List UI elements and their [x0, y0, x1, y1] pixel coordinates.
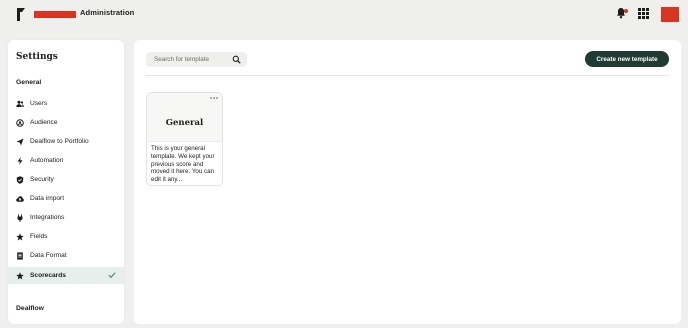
send-icon	[16, 138, 24, 146]
notification-badge	[624, 9, 628, 13]
avatar[interactable]	[661, 7, 679, 22]
template-card-title: General	[165, 118, 204, 128]
sidebar-item-label: Data import	[30, 195, 65, 202]
star-icon	[16, 271, 24, 280]
check-icon	[108, 272, 116, 279]
main-panel: Search for template Create new template …	[134, 40, 681, 324]
sidebar-item-fields[interactable]: Fields	[8, 228, 124, 245]
sidebar-title: Settings	[16, 52, 58, 62]
sidebar-item-automation[interactable]: Automation	[8, 152, 124, 169]
sidebar-item-label: Scorecards	[30, 272, 66, 279]
sidebar-item-label: Dealflow to Portfolio	[30, 138, 89, 145]
shield-icon	[16, 175, 24, 184]
sidebar-item-audience[interactable]: Audience	[8, 114, 124, 131]
template-card-general[interactable]: General This is your general template. W…	[146, 92, 223, 186]
sidebar-item-data-format[interactable]: Data Format	[8, 247, 124, 264]
sidebar-item-label: Users	[30, 100, 48, 107]
settings-sidebar: Settings General Users Audience Dealflow…	[8, 40, 124, 324]
search-placeholder: Search for template	[154, 55, 209, 63]
sidebar-item-dealflow-to-portfolio[interactable]: Dealflow to Portfolio	[8, 133, 124, 150]
sidebar-item-integrations[interactable]: Integrations	[8, 209, 124, 226]
sidebar-item-scorecards[interactable]: Scorecards	[8, 267, 124, 284]
sidebar-item-data-import[interactable]: Data import	[8, 190, 124, 207]
sidebar-item-label: Automation	[30, 157, 64, 164]
cloud-upload-icon	[16, 195, 24, 203]
template-card-description: This is your general template. We kept y…	[151, 145, 215, 184]
app-title: Administration	[80, 8, 135, 17]
sidebar-item-label: Audience	[30, 119, 58, 126]
users-icon	[16, 100, 24, 108]
apps-grid-icon[interactable]	[638, 8, 649, 19]
sidebar-section-general: General	[16, 79, 42, 86]
bolt-icon	[16, 156, 24, 165]
star-icon	[16, 232, 24, 241]
top-bar: Administration	[0, 0, 688, 32]
sidebar-item-label: Fields	[30, 233, 48, 240]
logo-icon[interactable]	[16, 8, 26, 21]
search-icon[interactable]	[232, 55, 241, 64]
search-input[interactable]: Search for template	[146, 52, 247, 67]
sidebar-item-users[interactable]: Users	[8, 95, 124, 112]
organization-name-redacted	[34, 11, 76, 18]
create-new-template-button[interactable]: Create new template	[585, 51, 669, 67]
sidebar-item-label: Security	[30, 176, 54, 183]
sidebar-section-dealflow[interactable]: Dealflow	[16, 305, 44, 312]
divider	[146, 75, 669, 76]
document-icon	[16, 251, 24, 260]
sidebar-item-label: Data Format	[30, 252, 67, 259]
plug-icon	[16, 214, 24, 222]
audience-icon	[16, 118, 24, 127]
sidebar-item-security[interactable]: Security	[8, 171, 124, 188]
more-options-icon[interactable]	[210, 96, 218, 100]
sidebar-item-label: Integrations	[30, 214, 65, 221]
